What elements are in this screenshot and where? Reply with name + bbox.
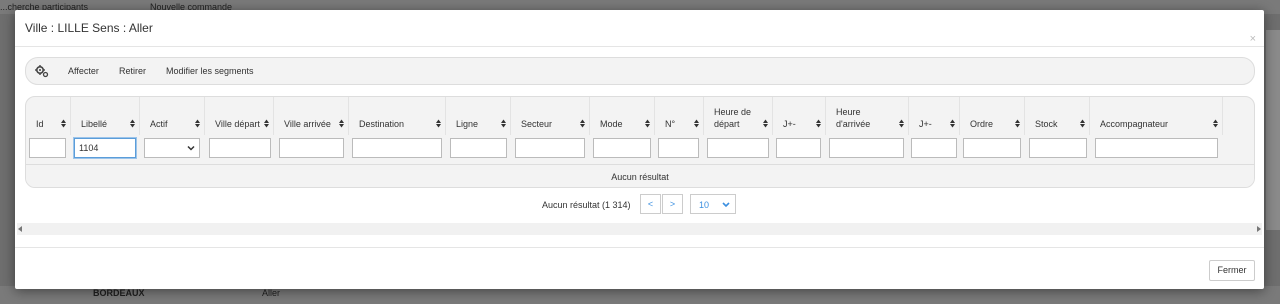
column-header-jpm2[interactable]: J+- xyxy=(909,97,960,135)
pagination: Aucun résultat (1 314) < > 10 xyxy=(15,194,1264,216)
sort-icon[interactable] xyxy=(195,119,200,128)
column-header-destination[interactable]: Destination xyxy=(349,97,446,135)
filter-input-ville_arrivee[interactable] xyxy=(279,138,344,158)
filter-input-heure_depart[interactable] xyxy=(707,138,769,158)
column-header-actif[interactable]: Actif xyxy=(140,97,205,135)
column-header-label: Destination xyxy=(359,119,405,129)
edit-segments-button[interactable]: Modifier les segments xyxy=(166,66,254,76)
page-size-value: 10 xyxy=(699,200,710,210)
scroll-left-icon[interactable] xyxy=(18,226,22,232)
column-header-ville_arrivee[interactable]: Ville arrivée xyxy=(274,97,349,135)
filter-input-numero[interactable] xyxy=(658,138,699,158)
empty-row: Aucun résultat xyxy=(26,164,1254,187)
column-header-label: Ordre xyxy=(970,119,994,129)
column-header-id[interactable]: Id xyxy=(26,97,71,135)
sort-icon[interactable] xyxy=(763,119,768,128)
column-header-label: Id xyxy=(36,119,44,129)
background-right-edge xyxy=(1266,30,1280,230)
column-header-label: J+- xyxy=(783,119,796,129)
column-header-label: Accompagnateur xyxy=(1100,119,1169,129)
sort-icon[interactable] xyxy=(61,119,66,128)
column-header-ville_depart[interactable]: Ville départ xyxy=(205,97,274,135)
filter-input-accompagnateur[interactable] xyxy=(1095,138,1218,158)
column-header-accompagnateur[interactable]: Accompagnateur xyxy=(1090,97,1223,135)
horizontal-scrollbar[interactable] xyxy=(17,223,1262,235)
column-header-mode[interactable]: Mode xyxy=(590,97,655,135)
filter-input-id[interactable] xyxy=(29,138,66,158)
filter-input-stock[interactable] xyxy=(1029,138,1087,158)
filter-input-libelle[interactable] xyxy=(74,138,136,158)
data-grid: Id Libellé Actif Ville départ Ville arrivée D… xyxy=(25,96,1255,188)
column-header-label: Mode xyxy=(600,119,623,129)
empty-message: Aucun résultat xyxy=(611,172,669,182)
close-button[interactable]: Fermer xyxy=(1209,260,1255,281)
column-header-ordre[interactable]: Ordre xyxy=(960,97,1025,135)
modal-dialog: Ville : LILLE Sens : Aller × Affecter Re… xyxy=(15,10,1264,289)
column-header-secteur[interactable]: Secteur xyxy=(511,97,590,135)
column-header-label: Heure de départ xyxy=(714,107,752,129)
filter-input-heure_arrivee[interactable] xyxy=(829,138,904,158)
remove-button[interactable]: Retirer xyxy=(119,66,146,76)
chevron-down-icon xyxy=(722,202,730,208)
column-header-label: Ligne xyxy=(456,119,479,129)
sort-icon[interactable] xyxy=(816,119,821,128)
sort-icon[interactable] xyxy=(501,119,506,128)
column-header-heure_depart[interactable]: Heure de départ xyxy=(704,97,773,135)
assign-button[interactable]: Affecter xyxy=(68,66,99,76)
column-header-numero[interactable]: N° xyxy=(655,97,704,135)
column-header-stock[interactable]: Stock xyxy=(1025,97,1090,135)
filter-input-jpm1[interactable] xyxy=(776,138,821,158)
sort-icon[interactable] xyxy=(1213,119,1218,128)
chevron-down-icon xyxy=(187,145,195,151)
sort-icon[interactable] xyxy=(339,119,344,128)
filter-select-actif[interactable] xyxy=(144,138,200,158)
pagination-summary: Aucun résultat (1 314) xyxy=(542,200,631,210)
filter-input-ville_depart[interactable] xyxy=(209,138,271,158)
page-size-select[interactable]: 10 xyxy=(690,194,736,214)
modal-title: Ville : LILLE Sens : Aller xyxy=(25,21,153,35)
column-header-ligne[interactable]: Ligne xyxy=(446,97,511,135)
prev-page-button[interactable]: < xyxy=(640,194,661,214)
toolbar: Affecter Retirer Modifier les segments xyxy=(25,57,1255,85)
filter-input-ligne[interactable] xyxy=(450,138,507,158)
gears-icon[interactable] xyxy=(35,64,49,78)
sort-icon[interactable] xyxy=(580,119,585,128)
close-icon[interactable]: × xyxy=(1250,34,1256,45)
column-header-label: Actif xyxy=(150,119,168,129)
filter-input-jpm2[interactable] xyxy=(911,138,957,158)
modal-footer: Fermer xyxy=(15,247,1264,290)
sort-icon[interactable] xyxy=(436,119,441,128)
sort-icon[interactable] xyxy=(264,119,269,128)
sort-icon[interactable] xyxy=(645,119,650,128)
sort-icon[interactable] xyxy=(130,119,135,128)
sort-icon[interactable] xyxy=(694,119,699,128)
column-header-label: J+- xyxy=(919,119,932,129)
filter-input-secteur[interactable] xyxy=(515,138,585,158)
column-header-libelle[interactable]: Libellé xyxy=(71,97,140,135)
column-header-label: Libellé xyxy=(81,119,108,129)
column-header-label: Secteur xyxy=(521,119,553,129)
filter-input-destination[interactable] xyxy=(352,138,442,158)
sort-icon[interactable] xyxy=(899,119,904,128)
filter-input-ordre[interactable] xyxy=(963,138,1021,158)
sort-icon[interactable] xyxy=(950,119,955,128)
modal-header: Ville : LILLE Sens : Aller × xyxy=(15,10,1264,47)
column-header-label: Ville départ xyxy=(215,119,260,129)
column-header-jpm1[interactable]: J+- xyxy=(773,97,826,135)
scroll-right-icon[interactable] xyxy=(1257,226,1261,232)
filter-input-mode[interactable] xyxy=(593,138,651,158)
column-header-label: Ville arrivée xyxy=(284,119,331,129)
next-page-button[interactable]: > xyxy=(662,194,683,214)
column-header-label: N° xyxy=(665,119,676,129)
column-header-label: Stock xyxy=(1035,119,1058,129)
sort-icon[interactable] xyxy=(1080,119,1085,128)
column-header-heure_arrivee[interactable]: Heure d'arrivée xyxy=(826,97,909,135)
sort-icon[interactable] xyxy=(1015,119,1020,128)
column-header-label: Heure d'arrivée xyxy=(836,107,871,129)
